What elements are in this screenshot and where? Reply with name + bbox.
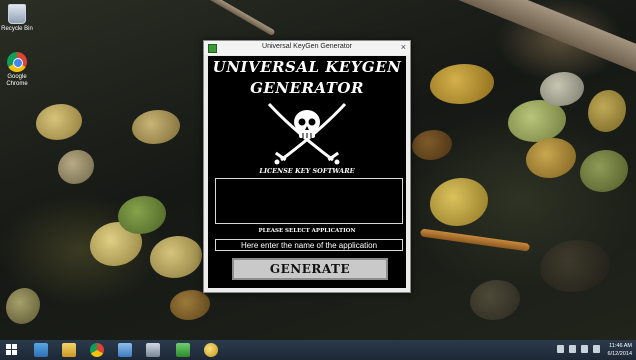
recycle-bin-icon (8, 4, 26, 24)
tray-battery-icon[interactable] (593, 345, 600, 353)
desktop-icon-label: Recycle Bin (1, 26, 33, 32)
wallpaper-leaf (470, 280, 520, 320)
wallpaper-leaf (132, 110, 180, 144)
wallpaper-leaf (36, 104, 82, 140)
wallpaper-leaf (588, 90, 626, 132)
desktop-icon-recycle-bin[interactable]: Recycle Bin (0, 4, 34, 33)
system-tray (557, 345, 600, 353)
application-name-input[interactable] (215, 239, 403, 251)
tray-network-icon[interactable] (569, 345, 576, 353)
file-explorer-icon[interactable] (62, 343, 76, 357)
generate-button[interactable]: GENERATE (232, 258, 388, 280)
desktop-icon-label: Google Chrome (6, 74, 28, 87)
wallpaper-leaf (170, 290, 210, 320)
keygen-window: Universal KeyGen Generator × UNIVERSAL K… (203, 40, 411, 293)
heading-line-1: UNIVERSAL KEYGEN (212, 58, 402, 76)
window-titlebar[interactable]: Universal KeyGen Generator × (204, 41, 410, 55)
wallpaper-stick (419, 228, 531, 252)
wallpaper-leaf (540, 240, 610, 292)
chrome-icon[interactable] (90, 343, 104, 357)
wallpaper-leaf (508, 100, 566, 142)
wallpaper-leaf (540, 72, 584, 106)
wallpaper-leaf (58, 150, 94, 184)
clock-date: 6/12/2014 (607, 351, 632, 357)
wallpaper-leaf (150, 236, 202, 278)
window-title: Universal KeyGen Generator (262, 43, 352, 50)
taskbar: 11:46 AM 6/12/2014 (0, 340, 636, 360)
network-icon[interactable] (146, 343, 160, 357)
wallpaper-leaf (118, 196, 166, 234)
tray-volume-icon[interactable] (581, 345, 588, 353)
wallpaper-leaf (6, 288, 40, 324)
wallpaper-leaf (430, 64, 494, 104)
heading-line-2: GENERATOR (250, 79, 364, 97)
taskbar-clock[interactable]: 11:46 AM 6/12/2014 (600, 342, 632, 358)
license-key-output[interactable] (215, 178, 403, 224)
close-button[interactable]: × (401, 42, 406, 53)
wallpaper-leaf (580, 150, 628, 192)
tray-flag-icon[interactable] (557, 345, 564, 353)
internet-explorer-icon[interactable] (118, 343, 132, 357)
wallpaper-leaf (526, 138, 576, 178)
window-client-area: UNIVERSAL KEYGEN GENERATOR LICENSE KEY S… (208, 56, 406, 288)
skull-crossed-swords-icon (267, 102, 347, 165)
desktop-icon-chrome[interactable]: Google Chrome (0, 52, 34, 88)
tagline: LICENSE KEY SOFTWARE (259, 167, 355, 175)
keygen-app-icon[interactable] (176, 343, 190, 357)
misc-app-icon[interactable] (204, 343, 218, 357)
chrome-icon (7, 52, 27, 72)
ie-icon[interactable] (34, 343, 48, 357)
windows-start-icon[interactable] (6, 344, 18, 356)
clock-time: 11:46 AM (609, 343, 632, 349)
wallpaper-leaf (430, 178, 488, 226)
wallpaper-leaf (412, 130, 452, 160)
select-application-label: PLEASE SELECT APPLICATION (258, 228, 356, 234)
wallpaper-twig (194, 0, 276, 37)
